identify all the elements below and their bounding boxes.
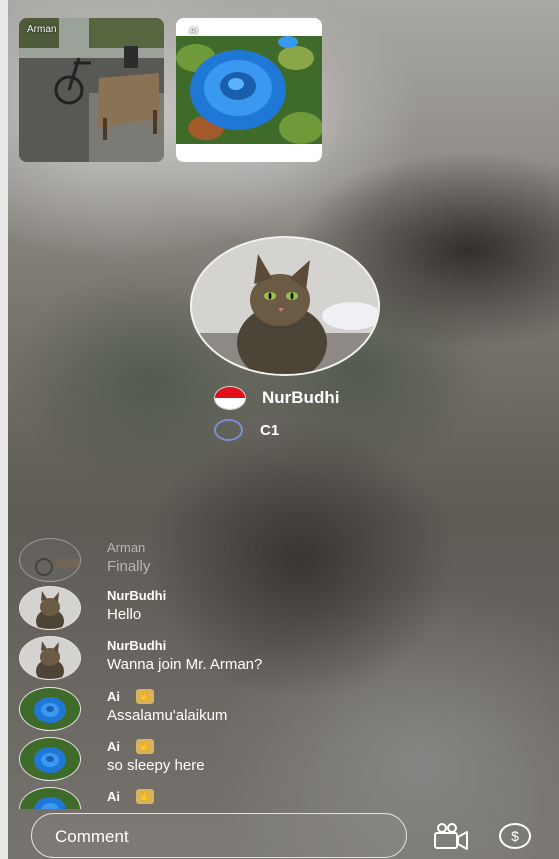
participant-tile-ai[interactable]: Ai xyxy=(176,18,322,162)
cat-photo xyxy=(192,238,378,374)
video-camera-icon xyxy=(434,823,468,850)
chat-message: NurBudhi Wanna join Mr. Arman? xyxy=(19,636,519,684)
chat-author: NurBudhi xyxy=(107,638,167,653)
gift-coin-button[interactable]: $ xyxy=(497,821,533,851)
blue-rose-avatar[interactable] xyxy=(19,687,81,731)
street-scene-image xyxy=(19,18,164,162)
host-name: NurBudhi xyxy=(262,388,340,407)
chat-text: Hello xyxy=(107,606,142,623)
left-edge xyxy=(0,0,8,859)
host-level: C1 xyxy=(214,419,279,441)
video-camera-button[interactable] xyxy=(432,821,470,851)
street-avatar[interactable] xyxy=(19,538,81,582)
host-info: NurBudhi xyxy=(214,386,339,410)
chat-message: Ai ✋ xyxy=(19,787,519,809)
wave-hand-icon: ✋ xyxy=(136,689,154,704)
wave-hand-icon: ✋ xyxy=(136,739,154,754)
chat-message: Arman Finally xyxy=(19,538,519,586)
blue-rose-image xyxy=(176,18,322,162)
wave-hand-icon: ✋ xyxy=(136,789,154,804)
indonesia-flag-icon xyxy=(214,386,246,410)
participant-name-label: Ai xyxy=(189,26,198,37)
comment-input[interactable]: Comment xyxy=(31,813,407,858)
chat-author: Ai ✋ xyxy=(107,739,154,754)
chat-author: Ai ✋ xyxy=(107,689,154,704)
cat-avatar[interactable] xyxy=(19,636,81,680)
blue-rose-avatar[interactable] xyxy=(19,787,81,809)
chat-message: NurBudhi Hello xyxy=(19,586,519,634)
participant-name-label: Arman xyxy=(27,24,57,35)
level-ring-icon xyxy=(214,419,243,441)
host-avatar[interactable] xyxy=(190,236,380,376)
chat-author: NurBudhi xyxy=(107,588,167,603)
coin-icon: $ xyxy=(499,823,531,849)
chat-text: Finally xyxy=(107,558,151,575)
chat-author: Ai ✋ xyxy=(107,789,154,804)
chat-text: so sleepy here xyxy=(107,757,205,774)
level-label: C1 xyxy=(260,421,280,439)
chat-text: Wanna join Mr. Arman? xyxy=(107,656,263,673)
chat-message: Ai ✋ so sleepy here xyxy=(19,737,519,785)
blue-rose-avatar[interactable] xyxy=(19,737,81,781)
cat-avatar[interactable] xyxy=(19,586,81,630)
comment-placeholder: Comment xyxy=(55,827,129,846)
svg-text:$: $ xyxy=(511,828,519,844)
participant-tile-arman[interactable]: Arman xyxy=(19,18,164,162)
chat-author: Arman xyxy=(107,540,146,555)
chat-message: Ai ✋ Assalamu'alaikum xyxy=(19,687,519,735)
chat-text: Assalamu'alaikum xyxy=(107,707,228,724)
